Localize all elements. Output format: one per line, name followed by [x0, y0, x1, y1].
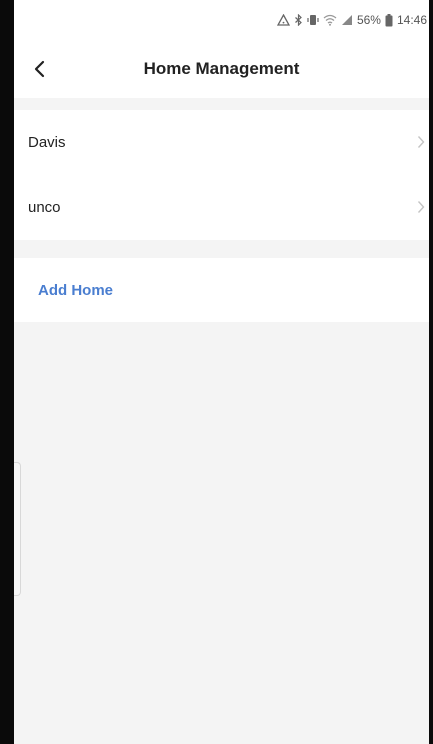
bluetooth-icon: [294, 14, 303, 26]
chevron-right-icon: [417, 200, 425, 214]
battery-icon: [385, 13, 393, 27]
vibrate-icon: [307, 14, 319, 26]
alert-icon: [276, 14, 290, 26]
home-item-davis[interactable]: Davis: [14, 110, 429, 174]
chevron-right-icon: [417, 135, 425, 149]
screen: 56% 14:46 Home Management Davis unco Add…: [0, 0, 433, 744]
add-home-button[interactable]: Add Home: [14, 258, 429, 322]
status-bar: 56% 14:46: [14, 0, 429, 40]
add-home-section: Add Home: [14, 258, 429, 322]
home-item-unco[interactable]: unco: [14, 174, 429, 240]
chevron-left-icon: [34, 60, 45, 78]
battery-percent: 56%: [356, 13, 381, 27]
home-name: Davis: [28, 133, 66, 151]
signal-icon: [341, 14, 353, 26]
status-time: 14:46: [396, 13, 427, 27]
nav-bar: Home Management: [14, 40, 429, 98]
page-title: Home Management: [143, 59, 300, 78]
wifi-icon: [323, 14, 337, 26]
edge-panel-handle[interactable]: [14, 462, 21, 596]
home-list: Davis unco: [14, 110, 429, 240]
back-button[interactable]: [24, 54, 54, 84]
home-name: unco: [28, 198, 61, 216]
